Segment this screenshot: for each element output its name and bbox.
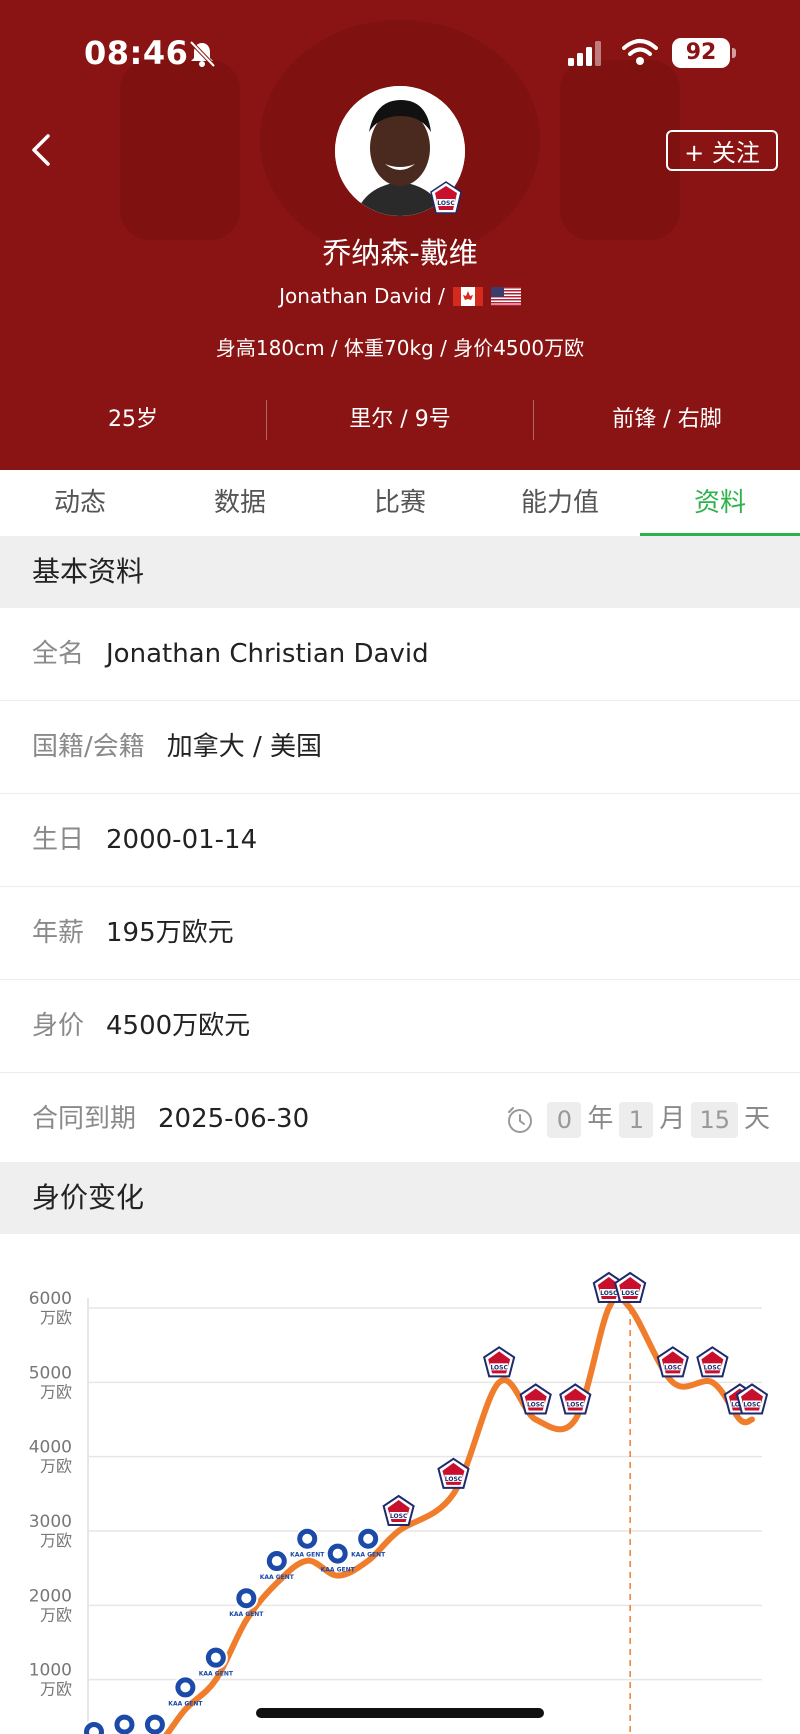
countdown-years: 0 bbox=[547, 1101, 582, 1138]
info-value: 加拿大 / 美国 bbox=[166, 732, 323, 762]
kaa-gent-badge-marker bbox=[302, 1533, 313, 1544]
info-row-salary: 年薪 195万欧元 bbox=[0, 887, 800, 980]
y-tick-unit: 万欧 bbox=[40, 1680, 72, 1699]
info-label: 合同到期 bbox=[32, 1104, 137, 1134]
kaa-gent-badge-marker-text: KAA GENT bbox=[290, 1552, 325, 1559]
info-value: 4500万欧元 bbox=[106, 1011, 251, 1041]
tab-news[interactable]: 动态 bbox=[0, 470, 160, 536]
tab-profile[interactable]: 资料 bbox=[640, 470, 800, 536]
losc-badge-marker-text: LOSC bbox=[600, 1290, 618, 1297]
losc-badge-marker-text: LOSC bbox=[390, 1513, 408, 1520]
y-tick-label: 5000 bbox=[29, 1363, 72, 1383]
market-value-chart: 6000 万欧 5000 万欧 4000 万欧 3000 万欧 2000 万欧 1000 万欧 KAA … bbox=[0, 1234, 800, 1734]
kaa-gent-badge-marker bbox=[241, 1593, 252, 1604]
info-row-contract: 合同到期 2025-06-30 0 年 1 月 15 天 bbox=[0, 1073, 800, 1166]
info-value: 195万欧元 bbox=[106, 918, 234, 948]
usa-flag-icon bbox=[490, 286, 521, 306]
losc-badge-marker-text: LOSC bbox=[490, 1364, 508, 1371]
kaa-gent-badge-marker-text: KAA GENT bbox=[168, 1700, 203, 1707]
y-tick-label: 2000 bbox=[29, 1586, 72, 1606]
y-tick-label: 6000 bbox=[29, 1289, 72, 1309]
tab-matches[interactable]: 比赛 bbox=[320, 470, 480, 536]
back-arrow-icon[interactable] bbox=[22, 130, 62, 170]
info-label: 全名 bbox=[32, 639, 85, 669]
tab-ability[interactable]: 能力值 bbox=[480, 470, 640, 536]
profile-tabs: 动态 数据 比赛 能力值 资料 bbox=[0, 470, 800, 536]
alarm-clock-icon bbox=[508, 1106, 533, 1133]
y-tick-label: 4000 bbox=[29, 1438, 72, 1458]
status-time: 08:46 bbox=[84, 34, 189, 72]
kaa-gent-badge-marker bbox=[210, 1652, 221, 1663]
canada-flag-icon bbox=[452, 286, 483, 306]
home-indicator bbox=[256, 1708, 544, 1718]
countdown-years-unit: 年 bbox=[587, 1104, 614, 1134]
info-label: 生日 bbox=[32, 825, 85, 855]
countdown-months: 1 bbox=[619, 1101, 654, 1138]
bell-muted-icon bbox=[189, 40, 216, 68]
battery-indicator: 92 bbox=[672, 38, 736, 68]
losc-badge-marker-text: LOSC bbox=[527, 1402, 545, 1409]
countdown-months-unit: 月 bbox=[659, 1104, 686, 1134]
info-row-nationality: 国籍/会籍 加拿大 / 美国 bbox=[0, 701, 800, 794]
cellular-signal-icon bbox=[568, 41, 601, 66]
countdown-days: 15 bbox=[691, 1101, 738, 1138]
player-position-foot: 前锋 / 右脚 bbox=[612, 407, 722, 432]
losc-club-badge-icon: LOSC bbox=[430, 181, 462, 214]
follow-button[interactable]: + 关注 bbox=[666, 130, 778, 171]
basic-info-heading: 基本资料 bbox=[0, 536, 800, 608]
kaa-gent-badge-marker bbox=[180, 1682, 191, 1693]
losc-badge-marker-text: LOSC bbox=[704, 1364, 722, 1371]
player-club-number[interactable]: 里尔 / 9号 bbox=[267, 395, 533, 445]
y-tick-unit: 万欧 bbox=[40, 1531, 72, 1550]
y-tick-unit: 万欧 bbox=[40, 1382, 72, 1401]
value-line-series bbox=[163, 1293, 755, 1734]
kaa-gent-badge-marker bbox=[119, 1719, 130, 1730]
contract-countdown: 0 年 1 月 15 天 bbox=[505, 1073, 770, 1166]
kaa-gent-badge-marker bbox=[149, 1719, 160, 1730]
info-label: 国籍/会籍 bbox=[32, 732, 145, 762]
kaa-gent-badge-marker bbox=[332, 1548, 343, 1559]
info-value: 2025-06-30 bbox=[158, 1104, 310, 1134]
y-tick-label: 1000 bbox=[29, 1661, 72, 1681]
player-age: 25岁 bbox=[108, 407, 158, 432]
player-name-en: Jonathan David / bbox=[279, 284, 445, 308]
value-change-heading: 身价变化 bbox=[0, 1162, 800, 1234]
wifi-icon bbox=[622, 39, 658, 65]
y-tick-label: 3000 bbox=[29, 1512, 72, 1532]
svg-text:LOSC: LOSC bbox=[437, 200, 455, 207]
y-tick-unit: 万欧 bbox=[40, 1457, 72, 1476]
info-row-fullname: 全名 Jonathan Christian David bbox=[0, 608, 800, 701]
kaa-gent-badge-marker bbox=[271, 1556, 282, 1567]
info-label: 年薪 bbox=[32, 918, 85, 948]
y-tick-unit: 万欧 bbox=[40, 1605, 72, 1624]
info-value: Jonathan Christian David bbox=[106, 639, 429, 669]
kaa-gent-badge-marker-text: KAA GENT bbox=[199, 1671, 234, 1678]
kaa-gent-badge-marker bbox=[363, 1533, 374, 1544]
kaa-gent-badge-marker-text: KAA GENT bbox=[229, 1611, 264, 1618]
player-name-cn: 乔纳森-戴维 bbox=[322, 236, 478, 270]
y-tick-unit: 万欧 bbox=[40, 1308, 72, 1327]
kaa-gent-badge-marker-text: KAA GENT bbox=[260, 1574, 295, 1581]
info-row-market-value: 身价 4500万欧元 bbox=[0, 980, 800, 1073]
losc-badge-marker-text: LOSC bbox=[567, 1402, 585, 1409]
losc-badge-marker-text: LOSC bbox=[621, 1290, 639, 1297]
player-physical-stats: 身高180cm / 体重70kg / 身价4500万欧 bbox=[215, 336, 585, 360]
kaa-gent-badge-marker-text: KAA GENT bbox=[351, 1552, 386, 1559]
countdown-days-unit: 天 bbox=[743, 1104, 770, 1134]
player-header: 08:46 92 + 关注 LOSC 乔纳森-戴维 Jonathan David… bbox=[0, 0, 800, 470]
losc-badge-marker-text: LOSC bbox=[664, 1364, 682, 1371]
info-row-birthday: 生日 2000-01-14 bbox=[0, 794, 800, 887]
info-value: 2000-01-14 bbox=[106, 825, 258, 855]
tab-stats[interactable]: 数据 bbox=[160, 470, 320, 536]
info-label: 身价 bbox=[32, 1011, 85, 1041]
kaa-gent-badge-marker-text: KAA GENT bbox=[321, 1567, 356, 1574]
losc-badge-marker-text: LOSC bbox=[743, 1402, 761, 1409]
market-value-chart-svg: 6000万欧5000万欧4000万欧3000万欧2000万欧1000万欧KAA … bbox=[29, 1271, 769, 1734]
player-meta-row: 25岁 里尔 / 9号 前锋 / 右脚 bbox=[0, 395, 800, 445]
player-name-en-row: Jonathan David / bbox=[0, 284, 800, 308]
losc-badge-marker-text: LOSC bbox=[445, 1476, 463, 1483]
